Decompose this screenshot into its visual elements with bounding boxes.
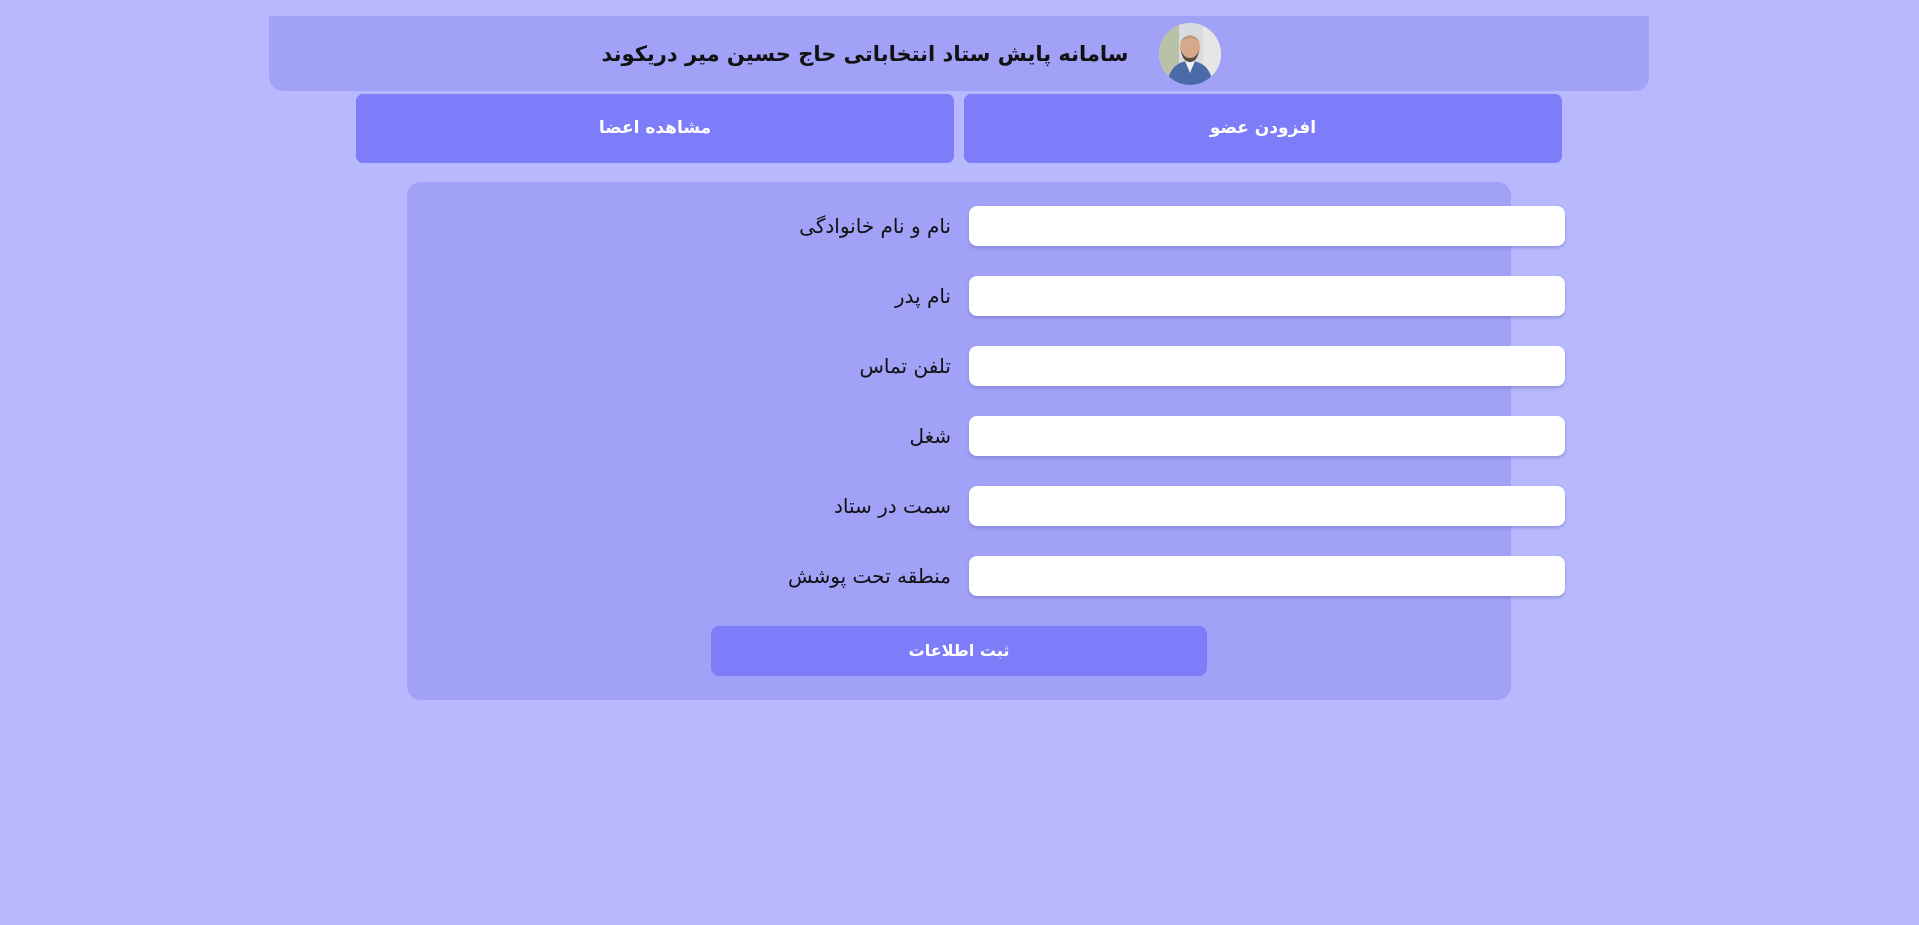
father-name-input[interactable] bbox=[969, 276, 1565, 316]
member-form: نام و نام خانوادگی نام پدر تلفن تماس شغل… bbox=[407, 182, 1565, 700]
coverage-area-label: منطقه تحت پوشش bbox=[788, 564, 951, 588]
view-members-button[interactable]: مشاهده اعضا bbox=[356, 94, 954, 163]
position-label: سمت در ستاد bbox=[833, 494, 951, 518]
person-portrait-icon bbox=[1159, 23, 1221, 85]
occupation-input[interactable] bbox=[969, 416, 1565, 456]
coverage-area-input[interactable] bbox=[969, 556, 1565, 596]
full-name-input[interactable] bbox=[969, 206, 1565, 246]
father-name-label: نام پدر bbox=[894, 284, 951, 308]
page-title: سامانه پایش ستاد انتخاباتی حاج حسین میر … bbox=[601, 42, 1129, 66]
full-name-label: نام و نام خانوادگی bbox=[799, 214, 951, 238]
add-member-button[interactable]: افزودن عضو bbox=[964, 94, 1562, 163]
occupation-label: شغل bbox=[909, 424, 951, 448]
phone-input[interactable] bbox=[969, 346, 1565, 386]
avatar bbox=[1159, 23, 1221, 85]
submit-button[interactable]: ثبت اطلاعات bbox=[711, 626, 1207, 676]
position-input[interactable] bbox=[969, 486, 1565, 526]
phone-label: تلفن تماس bbox=[859, 354, 951, 378]
